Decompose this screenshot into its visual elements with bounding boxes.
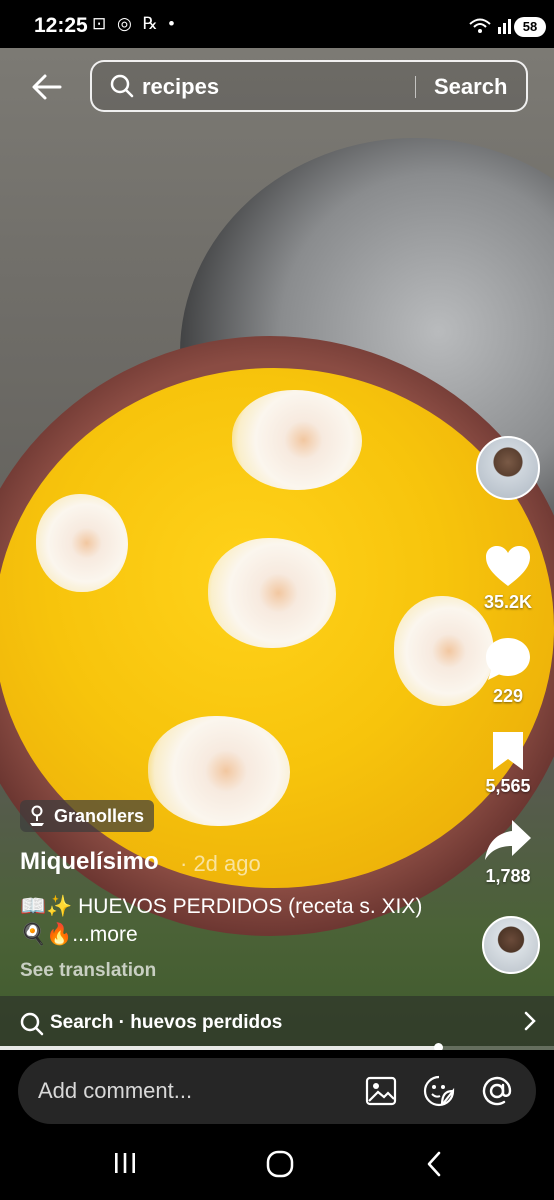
caption-more-link[interactable]: ...more	[72, 923, 137, 946]
caption-line-2: 🍳🔥	[20, 923, 73, 946]
sticker-icon[interactable]	[422, 1074, 456, 1108]
save-count: 5,565	[485, 776, 531, 796]
comment-bubble-icon	[486, 638, 530, 680]
home-icon[interactable]	[266, 1150, 294, 1183]
share-count: 1,788	[485, 866, 531, 886]
signal-wifi-icon	[468, 15, 518, 39]
comment-placeholder: Add comment...	[38, 1078, 193, 1103]
creator-avatar[interactable]	[476, 436, 540, 500]
save-button[interactable]: 5,565	[478, 730, 538, 797]
location-tag[interactable]: Granollers	[20, 800, 155, 832]
location-label: Granollers	[54, 805, 145, 826]
location-pin-icon	[30, 805, 44, 826]
search-divider	[415, 76, 416, 98]
username[interactable]: Miquelísimo	[20, 848, 159, 876]
share-button[interactable]: 1,788	[478, 818, 538, 887]
recent-apps-icon[interactable]	[112, 1150, 138, 1181]
egg	[232, 390, 362, 490]
see-translation-link[interactable]: See translation	[20, 960, 156, 982]
status-time: 12:25	[34, 14, 88, 37]
search-button[interactable]: Search	[434, 74, 507, 100]
nav-back-icon[interactable]	[424, 1150, 444, 1183]
back-arrow-icon[interactable]	[30, 70, 66, 106]
search-icon	[20, 1012, 44, 1041]
status-bar: 12:25 ⊡ ◎ ℞ • 58	[0, 0, 554, 52]
heart-icon	[486, 546, 530, 586]
post-time: · 2d ago	[180, 851, 261, 876]
caption-line-1: 📖✨ HUEVOS PERDIDOS (receta s. XIX)	[20, 895, 423, 918]
search-query[interactable]: recipes	[142, 74, 219, 100]
like-button[interactable]: 35.2K	[478, 544, 538, 613]
egg	[208, 538, 336, 648]
like-count: 35.2K	[483, 592, 533, 612]
audio-avatar[interactable]	[482, 916, 540, 974]
search-icon	[110, 74, 134, 98]
mention-icon[interactable]	[480, 1074, 514, 1108]
comment-count: 229	[492, 686, 524, 706]
bookmark-icon	[493, 732, 523, 770]
comment-input[interactable]: Add comment...	[18, 1058, 536, 1124]
image-icon[interactable]	[364, 1074, 398, 1108]
search-bar[interactable]: recipes Search	[90, 60, 528, 112]
caption[interactable]: 📖✨ HUEVOS PERDIDOS (receta s. XIX) 🍳🔥...…	[20, 893, 460, 949]
battery-indicator: 58	[514, 17, 546, 37]
share-arrow-icon	[485, 820, 531, 860]
egg	[148, 716, 290, 826]
egg	[36, 494, 128, 592]
search-suggestion-bar[interactable]: Search · huevos perdidos	[0, 996, 554, 1050]
search-suggestion-text: Search · huevos perdidos	[50, 1012, 283, 1033]
comment-button[interactable]: 229	[478, 636, 538, 707]
chevron-right-icon	[522, 1009, 538, 1040]
status-notification-icons: ⊡ ◎ ℞ •	[92, 14, 178, 33]
